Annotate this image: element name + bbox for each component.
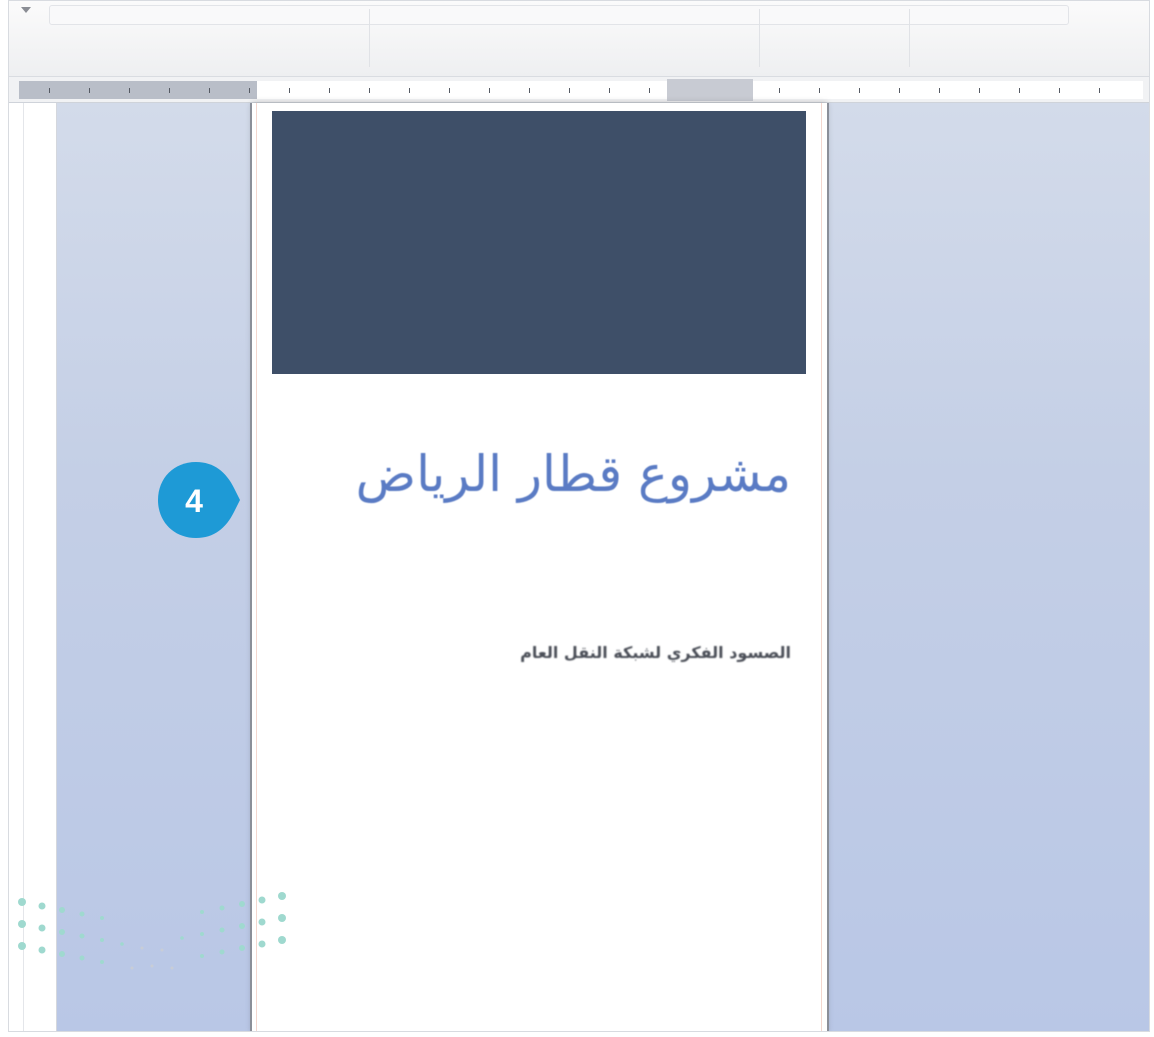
ribbon-divider [759, 9, 760, 67]
ribbon-divider [369, 9, 370, 67]
horizontal-ruler[interactable] [9, 77, 1149, 103]
document-subtitle[interactable]: الصسود الفكري لشبكة النقل العام [351, 643, 791, 662]
ribbon-toolbar [9, 1, 1149, 77]
ruler-text-area [257, 81, 667, 99]
step-number: 4 [185, 483, 203, 519]
ribbon-field-bar [49, 5, 1069, 25]
ruler-indent-handle[interactable] [667, 79, 753, 101]
step-marker: 4 [158, 462, 240, 538]
decorative-dots-pattern [18, 892, 286, 970]
ribbon-divider [909, 9, 910, 67]
document-title[interactable]: مشروع قطار الرياض [351, 441, 791, 507]
cover-image-block[interactable] [272, 111, 806, 374]
dropdown-arrow-icon[interactable] [21, 7, 31, 13]
document-page[interactable]: مشروع قطار الرياض الصسود الفكري لشبكة ال… [252, 103, 827, 1031]
ruler-left-margin [19, 81, 257, 99]
ruler-text-area-right [753, 81, 1143, 99]
